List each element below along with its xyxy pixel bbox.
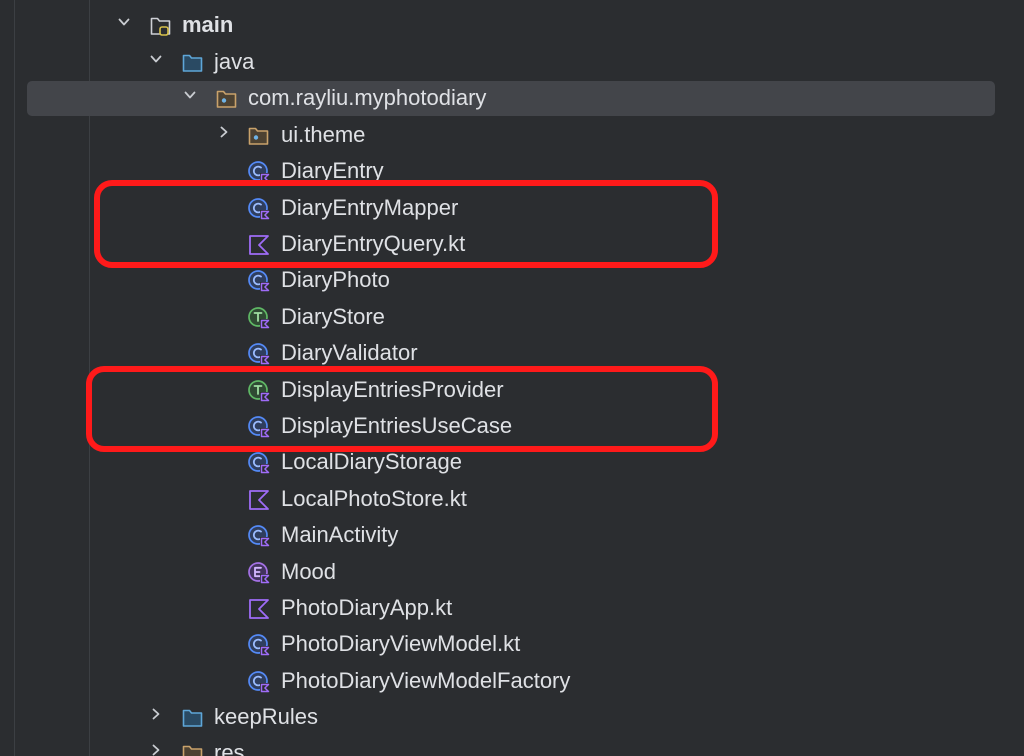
chevron-right-icon[interactable]	[218, 126, 230, 138]
tree-row-label: DiaryStore	[281, 304, 385, 329]
package-icon	[215, 87, 239, 111]
kotlin-class-icon	[247, 670, 271, 694]
tree-row-keeprules[interactable]: keepRules	[0, 699, 1024, 735]
tree-row-label: MainActivity	[281, 522, 399, 547]
tree-row-label: PhotoDiaryApp.kt	[281, 595, 453, 620]
chevron-right-icon[interactable]	[150, 708, 162, 720]
tree-row-label: com.rayliu.myphotodiary	[248, 85, 487, 110]
chevron-down-icon[interactable]	[118, 16, 130, 28]
tree-row-label: res	[214, 740, 245, 756]
tree-row-photodiaryapp-kt[interactable]: PhotoDiaryApp.kt	[0, 590, 1024, 626]
highlight-box-display-entries	[86, 366, 718, 452]
tree-row-res[interactable]: res	[0, 735, 1024, 756]
kotlin-class-icon	[247, 633, 271, 657]
chevron-down-icon[interactable]	[184, 89, 196, 101]
resource-folder-icon	[181, 742, 205, 756]
tree-row-label: LocalPhotoStore.kt	[281, 486, 467, 511]
tree-row-label: PhotoDiaryViewModelFactory	[281, 668, 571, 693]
tree-row-label: main	[182, 12, 234, 37]
kotlin-class-icon	[247, 342, 271, 366]
tree-row-label: LocalDiaryStorage	[281, 449, 462, 474]
kotlin-enum-icon	[247, 561, 271, 585]
chevron-down-icon[interactable]	[150, 53, 162, 65]
package-icon	[247, 124, 271, 148]
tree-row-photodiaryviewmodelfactory[interactable]: PhotoDiaryViewModelFactory	[0, 663, 1024, 699]
tree-row-mainactivity[interactable]: MainActivity	[0, 517, 1024, 553]
highlight-box-mapper-query	[94, 180, 718, 268]
kotlin-class-icon	[247, 524, 271, 548]
tree-row-ui-theme[interactable]: ui.theme	[0, 117, 1024, 153]
tree-row-label: java	[214, 49, 255, 74]
kotlin-class-icon	[247, 269, 271, 293]
tree-row-mood[interactable]: Mood	[0, 554, 1024, 590]
tree-row-java[interactable]: java	[0, 44, 1024, 80]
source-folder-icon	[181, 51, 205, 75]
kotlin-file-icon	[247, 597, 271, 621]
tree-row-com-rayliu-myphotodiary[interactable]: com.rayliu.myphotodiary	[0, 80, 1024, 116]
tree-row-label: PhotoDiaryViewModel.kt	[281, 631, 521, 656]
tree-row-label: keepRules	[214, 704, 318, 729]
tree-row-photodiaryviewmodel-kt[interactable]: PhotoDiaryViewModel.kt	[0, 626, 1024, 662]
source-folder-icon	[181, 706, 205, 730]
kotlin-file-icon	[247, 488, 271, 512]
tree-row-diarystore[interactable]: DiaryStore	[0, 299, 1024, 335]
tree-row-label: ui.theme	[281, 122, 366, 147]
kotlin-class-icon	[247, 451, 271, 475]
tree-row-label: DiaryValidator	[281, 340, 418, 365]
tree-row-label: Mood	[281, 559, 337, 584]
tree-row-localphotostore-kt[interactable]: LocalPhotoStore.kt	[0, 481, 1024, 517]
tree-row-main[interactable]: main	[0, 7, 1024, 43]
tree-row-label: DiaryPhoto	[281, 267, 390, 292]
chevron-right-icon[interactable]	[150, 744, 162, 756]
kotlin-interface-icon	[247, 306, 271, 330]
module-folder-icon	[149, 14, 173, 38]
